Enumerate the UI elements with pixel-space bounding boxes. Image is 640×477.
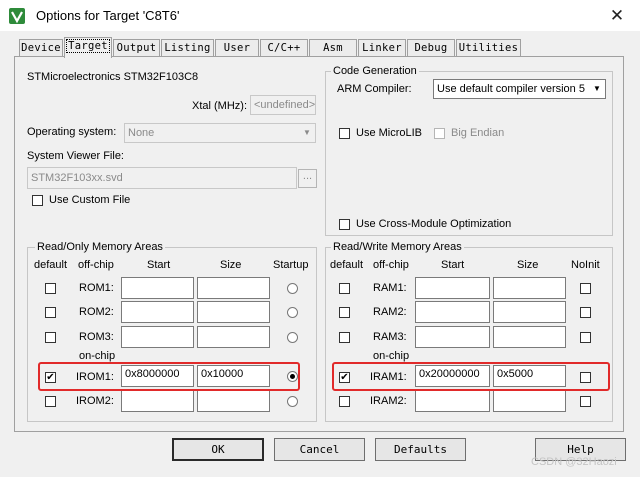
- ram3-label: RAM3:: [373, 331, 407, 343]
- arm-compiler-label: ARM Compiler:: [337, 83, 412, 95]
- rom3-label: ROM3:: [79, 331, 114, 343]
- ram1-noinit-checkbox[interactable]: [580, 283, 591, 294]
- rom-header-start: Start: [147, 259, 171, 271]
- use-custom-file-label: Use Custom File: [49, 194, 131, 206]
- ram1-default-checkbox[interactable]: [339, 283, 350, 294]
- tab-linker[interactable]: Linker: [358, 39, 406, 57]
- tab-target[interactable]: Target: [64, 37, 112, 58]
- iram1-highlight-box: [332, 362, 610, 391]
- arm-compiler-value: Use default compiler version 5: [437, 83, 585, 95]
- ram2-start-input[interactable]: [415, 301, 490, 323]
- ram2-noinit-checkbox[interactable]: [580, 307, 591, 318]
- tab-output[interactable]: Output: [113, 39, 160, 57]
- ram2-size-input[interactable]: [493, 301, 566, 323]
- tab-c-cpp[interactable]: C/C++: [260, 39, 308, 57]
- rom-header-size: Size: [220, 259, 242, 271]
- ram1-size-input[interactable]: [493, 277, 566, 299]
- use-custom-file-checkbox[interactable]: [32, 195, 43, 206]
- window-title: Options for Target 'C8T6': [36, 8, 180, 23]
- iram2-start-input[interactable]: [415, 390, 490, 412]
- rom-header-default: default: [34, 259, 68, 271]
- rom1-default-checkbox[interactable]: [45, 283, 56, 294]
- ram3-start-input[interactable]: [415, 326, 490, 348]
- rom2-label: ROM2:: [79, 306, 114, 318]
- rom2-startup-radio[interactable]: [287, 307, 298, 318]
- os-label: Operating system:: [27, 126, 117, 138]
- rom1-startup-radio[interactable]: [287, 283, 298, 294]
- rom3-startup-radio[interactable]: [287, 332, 298, 343]
- irom2-label: IROM2:: [76, 395, 114, 407]
- rom1-label: ROM1:: [79, 282, 114, 294]
- os-select[interactable]: None ▼: [124, 123, 316, 143]
- big-endian-label: Big Endian: [451, 127, 505, 139]
- ram-areas-title: Read/Write Memory Areas: [331, 241, 464, 253]
- iram2-size-input[interactable]: [493, 390, 566, 412]
- rom1-start-input[interactable]: [121, 277, 194, 299]
- iram2-noinit-checkbox[interactable]: [580, 396, 591, 407]
- tab-user[interactable]: User: [215, 39, 259, 57]
- rom-header-offchip: off-chip: [78, 259, 114, 271]
- ram3-noinit-checkbox[interactable]: [580, 332, 591, 343]
- irom1-highlight-box: [38, 362, 300, 391]
- rom-header-startup: Startup: [273, 259, 309, 271]
- tab-device[interactable]: Device: [19, 39, 63, 57]
- ram-header-size: Size: [517, 259, 539, 271]
- rom3-start-input[interactable]: [121, 326, 194, 348]
- ram2-default-checkbox[interactable]: [339, 307, 350, 318]
- tab-listing[interactable]: Listing: [161, 39, 214, 57]
- xtal-label: Xtal (MHz):: [192, 100, 247, 112]
- svd-file-input[interactable]: STM32F103xx.svd: [27, 167, 297, 189]
- irom2-size-input[interactable]: [197, 390, 270, 412]
- iram2-default-checkbox[interactable]: [339, 396, 350, 407]
- big-endian-checkbox[interactable]: [434, 128, 445, 139]
- rom1-size-input[interactable]: [197, 277, 270, 299]
- ram-header-start: Start: [441, 259, 465, 271]
- ram1-start-input[interactable]: [415, 277, 490, 299]
- rom2-size-input[interactable]: [197, 301, 270, 323]
- irom2-startup-radio[interactable]: [287, 396, 298, 407]
- ram-header-noinit: NoInit: [571, 259, 600, 271]
- close-button[interactable]: ✕: [606, 7, 628, 25]
- xtal-input[interactable]: <undefined>: [250, 95, 316, 115]
- svd-browse-button[interactable]: ...: [298, 169, 317, 188]
- irom2-default-checkbox[interactable]: [45, 396, 56, 407]
- rom3-size-input[interactable]: [197, 326, 270, 348]
- tab-asm[interactable]: Asm: [309, 39, 357, 57]
- os-select-value: None: [128, 127, 155, 139]
- code-generation-title: Code Generation: [331, 65, 419, 77]
- irom2-start-input[interactable]: [121, 390, 194, 412]
- tab-debug[interactable]: Debug: [407, 39, 455, 57]
- ram3-default-checkbox[interactable]: [339, 332, 350, 343]
- cancel-button[interactable]: Cancel: [274, 438, 365, 461]
- device-name: STMicroelectronics STM32F103C8: [27, 71, 199, 83]
- ram2-label: RAM2:: [373, 306, 407, 318]
- defaults-button[interactable]: Defaults: [375, 438, 466, 461]
- use-microlib-label: Use MicroLIB: [356, 127, 423, 139]
- arm-compiler-select[interactable]: Use default compiler version 5 ▼: [433, 79, 606, 99]
- tab-target-label: Target: [66, 39, 110, 53]
- rom-onchip-label: on-chip: [79, 350, 116, 362]
- rom2-start-input[interactable]: [121, 301, 194, 323]
- watermark-text: CSDN @32Haozi: [531, 456, 617, 468]
- cross-module-opt-checkbox[interactable]: [339, 219, 350, 230]
- keil-app-icon: [9, 8, 25, 24]
- ok-button[interactable]: OK: [172, 438, 264, 461]
- ram3-size-input[interactable]: [493, 326, 566, 348]
- chevron-down-icon: ▼: [593, 84, 601, 93]
- svd-label: System Viewer File:: [27, 150, 124, 162]
- tab-utilities[interactable]: Utilities: [456, 39, 521, 57]
- cross-module-opt-label: Use Cross-Module Optimization: [356, 218, 512, 230]
- iram2-label: IRAM2:: [370, 395, 407, 407]
- rom-areas-title: Read/Only Memory Areas: [35, 241, 165, 253]
- rom3-default-checkbox[interactable]: [45, 332, 56, 343]
- use-microlib-checkbox[interactable]: [339, 128, 350, 139]
- ram-onchip-label: on-chip: [373, 350, 410, 362]
- chevron-down-icon: ▼: [303, 128, 311, 137]
- ram1-label: RAM1:: [373, 282, 407, 294]
- ram-header-default: default: [330, 259, 364, 271]
- rom2-default-checkbox[interactable]: [45, 307, 56, 318]
- ram-header-offchip: off-chip: [373, 259, 409, 271]
